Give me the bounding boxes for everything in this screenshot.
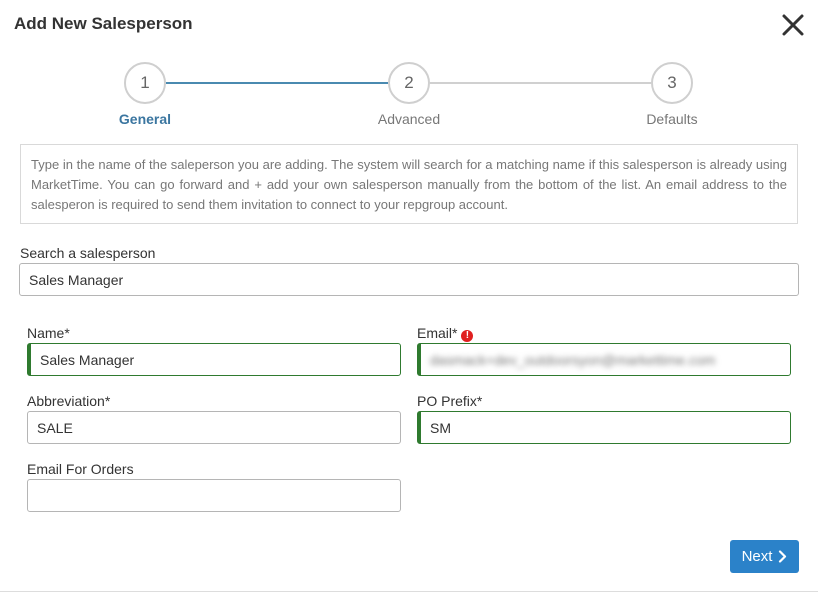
- email-label-wrap: Email*!: [417, 325, 474, 342]
- search-input-value: Sales Manager: [29, 271, 124, 288]
- abbreviation-field-value: SALE: [37, 419, 73, 436]
- step-2-label[interactable]: Advanced: [339, 111, 479, 127]
- po-prefix-field-value: SM: [430, 419, 451, 436]
- instructions-box: Type in the name of the saleperson you a…: [20, 144, 798, 224]
- next-button-label: Next: [741, 548, 773, 565]
- step-connector-pending: [430, 82, 651, 84]
- next-button[interactable]: Next: [730, 540, 799, 573]
- step-3-circle[interactable]: 3: [651, 62, 693, 104]
- search-label: Search a salesperson: [20, 245, 156, 261]
- search-input[interactable]: Sales Manager: [19, 263, 799, 296]
- step-3-label[interactable]: Defaults: [602, 111, 742, 127]
- error-icon: !: [461, 330, 474, 342]
- step-1-circle[interactable]: 1: [124, 62, 166, 104]
- dialog-title: Add New Salesperson: [14, 14, 193, 33]
- name-field-value: Sales Manager: [40, 351, 135, 368]
- email-field-value: dasmack+dev_outdoorsyon@markettime.com: [430, 351, 716, 368]
- email-field[interactable]: dasmack+dev_outdoorsyon@markettime.com: [417, 343, 791, 376]
- abbreviation-field[interactable]: SALE: [27, 411, 401, 444]
- close-icon[interactable]: [780, 12, 806, 38]
- po-prefix-field[interactable]: SM: [417, 411, 791, 444]
- po-prefix-label: PO Prefix*: [417, 393, 483, 409]
- email-orders-label: Email For Orders: [27, 461, 134, 477]
- email-label: Email*: [417, 325, 458, 341]
- chevron-right-icon: [779, 550, 787, 563]
- name-label: Name*: [27, 325, 70, 341]
- email-orders-field[interactable]: [27, 479, 401, 512]
- step-1-label[interactable]: General: [75, 111, 215, 127]
- step-2-circle[interactable]: 2: [388, 62, 430, 104]
- abbreviation-label: Abbreviation*: [27, 393, 111, 409]
- step-connector-completed: [166, 82, 388, 84]
- name-field[interactable]: Sales Manager: [27, 343, 401, 376]
- add-salesperson-dialog: Add New Salesperson 1 2 3 General Advanc…: [0, 0, 818, 592]
